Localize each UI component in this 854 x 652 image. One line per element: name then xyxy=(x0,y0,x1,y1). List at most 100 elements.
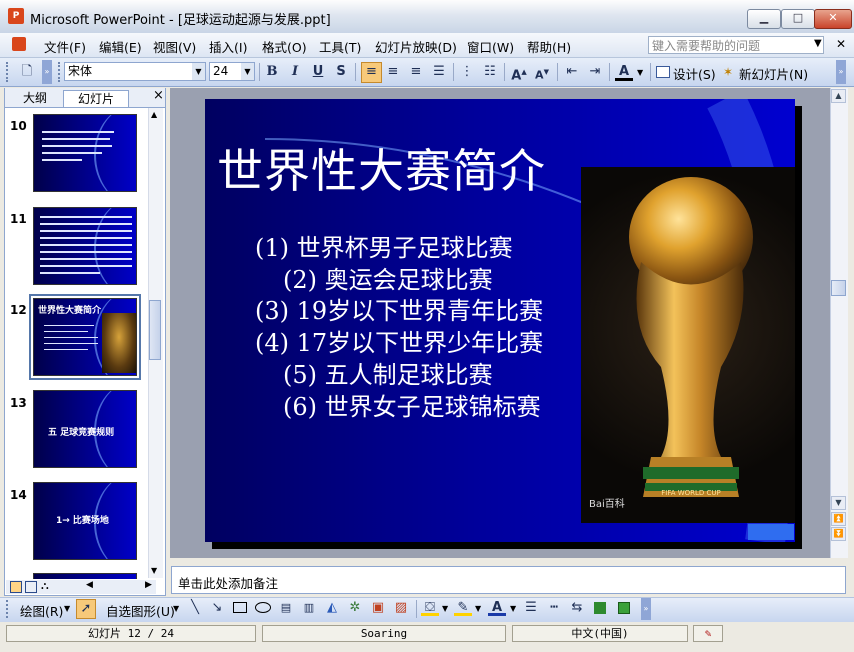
chevron-down-icon[interactable]: ▼ xyxy=(64,604,70,613)
powerpoint-app-icon[interactable]: P xyxy=(8,8,24,24)
tab-outline[interactable]: 大纲 xyxy=(13,90,57,106)
vertical-textbox-icon[interactable]: ▥ xyxy=(300,599,318,617)
diagram-icon[interactable]: ✲ xyxy=(346,599,364,617)
bullet-item[interactable]: (6) 世界女子足球锦标赛 xyxy=(283,387,541,422)
font-size-combo[interactable]: 24 ▼ xyxy=(209,62,255,81)
menu-view[interactable]: 视图(V) xyxy=(153,37,196,56)
align-left-icon[interactable]: ≡ xyxy=(361,62,382,83)
scroll-down-icon[interactable]: ▼ xyxy=(831,496,846,510)
slide-scroll-thumb[interactable] xyxy=(831,280,846,296)
wordart-icon[interactable]: ◭ xyxy=(323,599,341,617)
autoshapes-menu-button[interactable]: 自选图形(U) xyxy=(106,601,175,620)
menu-window[interactable]: 窗口(W) xyxy=(467,37,514,56)
slides-pane-scroll-thumb[interactable] xyxy=(149,300,161,360)
minimize-button[interactable]: ▁ xyxy=(747,9,781,29)
clipart-icon[interactable]: ▣ xyxy=(369,599,387,617)
align-right-icon[interactable]: ≡ xyxy=(407,63,425,81)
slideshow-icon[interactable]: ⛬ xyxy=(41,579,49,593)
font-color-icon[interactable]: A xyxy=(615,63,633,81)
chevron-down-icon[interactable]: ▼ xyxy=(442,604,448,613)
world-cup-trophy-image[interactable]: FIFA WORLD CUP Bai百科 xyxy=(581,167,795,523)
help-search-input[interactable]: 键入需要帮助的问题 xyxy=(648,36,824,54)
draw-menu-button[interactable]: 绘图(R) xyxy=(20,601,63,620)
line-icon[interactable]: ╲ xyxy=(186,599,204,617)
font-color-icon[interactable]: A xyxy=(488,599,506,616)
slide-vertical-scrollbar[interactable] xyxy=(830,88,848,558)
document-close-icon[interactable]: ✕ xyxy=(836,37,846,51)
shadow-button[interactable]: S xyxy=(332,63,350,81)
align-center-icon[interactable]: ≡ xyxy=(384,63,402,81)
menu-format[interactable]: 格式(O) xyxy=(262,37,307,56)
menu-slideshow[interactable]: 幻灯片放映(D) xyxy=(375,37,457,56)
insert-picture-icon[interactable]: ▨ xyxy=(392,599,410,617)
scroll-left-icon[interactable]: ◀ xyxy=(86,580,93,590)
menu-tools[interactable]: 工具(T) xyxy=(319,37,361,56)
arrow-icon[interactable]: ↘ xyxy=(208,599,226,617)
fill-color-icon[interactable]: ⛋ xyxy=(421,599,439,616)
bullet-item[interactable]: (4) 17岁以下世界少年比赛 xyxy=(255,323,543,358)
menu-file[interactable]: 文件(F) xyxy=(44,37,86,56)
slide-thumbnail-10[interactable] xyxy=(33,114,137,192)
underline-button[interactable]: U xyxy=(309,63,327,81)
close-button[interactable]: ✕ xyxy=(814,9,852,29)
decrease-font-size-icon[interactable]: A▼ xyxy=(533,63,551,82)
bullet-item[interactable]: (5) 五人制足球比赛 xyxy=(283,355,493,390)
notes-pane[interactable]: 单击此处添加备注 xyxy=(171,566,846,594)
slide-thumbnail-11[interactable] xyxy=(33,207,137,285)
rectangle-icon[interactable] xyxy=(233,602,247,613)
numbering-icon[interactable]: ⋮ xyxy=(458,63,476,81)
new-slide-button[interactable]: 新幻灯片(N) xyxy=(739,64,808,83)
bullet-item[interactable]: (1) 世界杯男子足球比赛 xyxy=(255,228,513,263)
design-button[interactable]: 设计(S) xyxy=(673,64,716,83)
new-slide-icon[interactable]: ✶ xyxy=(723,65,733,79)
slide-thumbnail-14[interactable]: 1→ 比赛场地 xyxy=(33,482,137,560)
decrease-indent-icon[interactable]: ⇤ xyxy=(563,63,581,81)
bullets-icon[interactable]: ☷ xyxy=(481,63,499,81)
toolbar-grip[interactable] xyxy=(6,62,12,82)
chevron-down-icon[interactable]: ▼ xyxy=(192,63,205,80)
italic-button[interactable]: I xyxy=(286,63,304,81)
slide-title[interactable]: 世界性大赛简介 xyxy=(217,135,546,201)
bullet-item[interactable]: (3) 19岁以下世界青年比赛 xyxy=(255,291,543,326)
chevron-down-icon[interactable]: ▼ xyxy=(241,63,254,80)
current-slide[interactable]: 世界性大赛简介 (1) 世界杯男子足球比赛 (2) 奥运会足球比赛 (3) 19… xyxy=(205,99,795,542)
design-icon[interactable] xyxy=(656,66,670,78)
select-objects-icon[interactable]: ➚ xyxy=(76,599,96,619)
chevron-down-icon[interactable]: ▼ xyxy=(475,604,481,613)
arrow-style-icon[interactable]: ⇆ xyxy=(568,599,586,617)
slide-thumbnail-13[interactable]: 五 足球竞赛规则 xyxy=(33,390,137,468)
maximize-button[interactable]: □ xyxy=(781,9,815,29)
menu-insert[interactable]: 插入(I) xyxy=(209,37,247,56)
document-icon[interactable] xyxy=(12,37,26,51)
chevron-down-icon[interactable]: ▼ xyxy=(637,68,643,77)
dash-style-icon[interactable]: ┅ xyxy=(545,599,563,617)
bullet-item[interactable]: (2) 奥运会足球比赛 xyxy=(283,260,493,295)
menu-edit[interactable]: 编辑(E) xyxy=(99,37,142,56)
normal-view-icon[interactable] xyxy=(10,581,22,593)
spelling-check-icon[interactable]: ✎ xyxy=(693,625,723,642)
toolbar-grip[interactable] xyxy=(6,600,12,618)
menu-help[interactable]: 帮助(H) xyxy=(527,37,571,56)
distributed-align-icon[interactable]: ☰ xyxy=(430,63,448,81)
shadow-style-icon[interactable] xyxy=(594,602,606,614)
increase-indent-icon[interactable]: ⇥ xyxy=(586,63,604,81)
scroll-up-icon[interactable]: ▲ xyxy=(151,110,157,119)
chevron-down-icon[interactable]: ▼ xyxy=(510,604,516,613)
line-color-icon[interactable]: ✎ xyxy=(454,599,472,616)
help-dropdown-icon[interactable]: ▼ xyxy=(814,38,822,49)
scroll-up-icon[interactable]: ▲ xyxy=(831,89,846,103)
textbox-icon[interactable]: ▤ xyxy=(277,599,295,617)
oval-icon[interactable] xyxy=(255,602,271,613)
pane-close-button[interactable]: × xyxy=(153,88,164,103)
bold-button[interactable]: B xyxy=(263,63,281,81)
slide-sorter-icon[interactable] xyxy=(25,581,37,593)
scroll-right-icon[interactable]: ▶ xyxy=(145,580,152,590)
toolbar-options-icon[interactable]: » xyxy=(836,60,846,84)
font-name-combo[interactable]: 宋体 ▼ xyxy=(64,62,206,81)
scroll-down-icon[interactable]: ▼ xyxy=(151,566,157,575)
line-style-icon[interactable]: ☰ xyxy=(522,599,540,617)
chevron-down-icon[interactable]: ▼ xyxy=(173,604,179,613)
next-slide-icon[interactable]: ⏬ xyxy=(831,527,846,541)
previous-slide-icon[interactable]: ⏫ xyxy=(831,512,846,526)
increase-font-size-icon[interactable]: A▲ xyxy=(510,63,528,83)
